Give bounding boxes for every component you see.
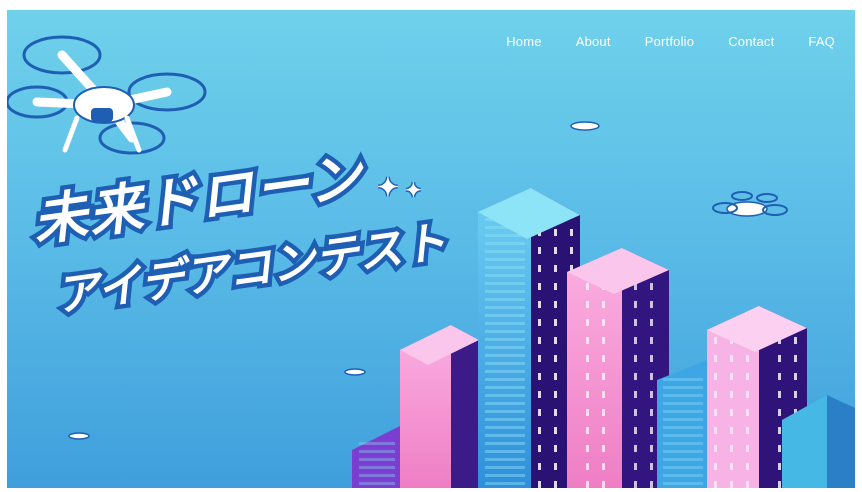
building-pink-left: [400, 325, 479, 488]
top-nav: Home About Portfolio Contact FAQ: [506, 34, 835, 49]
nav-contact[interactable]: Contact: [728, 34, 774, 49]
nav-faq[interactable]: FAQ: [808, 34, 835, 49]
building-cyan-tall: [478, 188, 580, 488]
nav-about[interactable]: About: [576, 34, 611, 49]
nav-portfolio[interactable]: Portfolio: [645, 34, 695, 49]
building-violet-left: [352, 425, 402, 488]
drone-icon: [7, 35, 207, 155]
sparkle-icon: ✦: [376, 171, 401, 204]
hero-banner: 未来ドローン アイデアコンテスト ✦ ✦ Home About Portfoli…: [7, 10, 855, 488]
sparkle-icon: ✦: [404, 179, 424, 204]
building-blue-low: [657, 360, 707, 488]
nav-home[interactable]: Home: [506, 34, 541, 49]
building-pink-mid: [567, 248, 669, 488]
